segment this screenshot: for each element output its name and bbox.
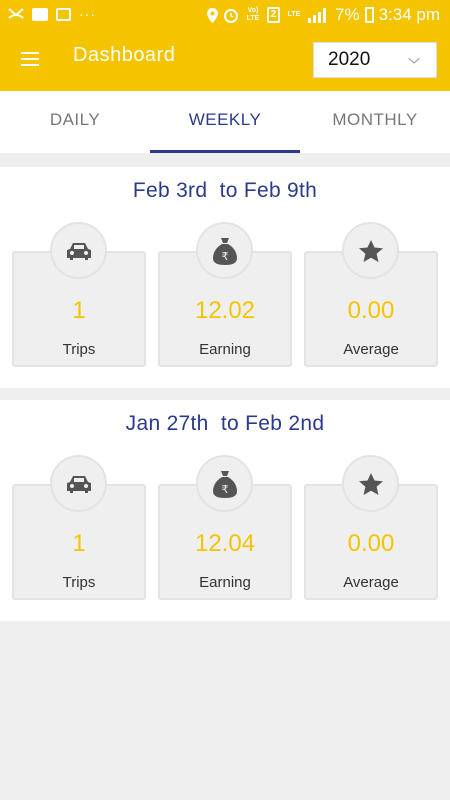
- year-dropdown[interactable]: 2020: [313, 42, 437, 78]
- week-range-title: Feb 3rd to Feb 9th: [132, 179, 318, 202]
- status-bar: ··· Vo) LTE 2 LTE 7% 3:34 pm: [0, 0, 450, 30]
- signal-icon: [307, 7, 330, 23]
- tab-weekly[interactable]: WEEKLY: [150, 91, 300, 153]
- car-icon: [50, 455, 107, 512]
- stat-value: 12.04: [194, 530, 256, 557]
- page-title: Dashboard: [73, 44, 176, 66]
- missed-call-icon: [8, 8, 24, 19]
- money-bag-icon: ₹: [196, 455, 253, 512]
- alarm-icon: [223, 9, 238, 23]
- location-icon: [206, 7, 218, 23]
- stat-value: 0.00: [347, 530, 395, 557]
- menu-icon[interactable]: [21, 51, 39, 67]
- svg-text:₹: ₹: [221, 250, 228, 263]
- stat-label: Earning: [199, 341, 251, 358]
- period-tabs: DAILY WEEKLY MONTHLY: [0, 91, 450, 153]
- tab-daily[interactable]: DAILY: [0, 91, 150, 153]
- chevron-down-icon: [408, 57, 420, 64]
- volte-indicator: Vo) LTE: [246, 7, 260, 22]
- week-card: Feb 3rd to Feb 9th 1 Trips 12.02 Earning…: [0, 167, 450, 388]
- more-notifications-icon: ···: [79, 6, 96, 22]
- image-icon: [56, 7, 71, 21]
- stat-label: Earning: [199, 574, 251, 591]
- active-tab-indicator: [150, 150, 300, 153]
- week-card: Jan 27th to Feb 2nd 1 Trips 12.04 Earnin…: [0, 400, 450, 621]
- battery-icon: [364, 7, 374, 23]
- stat-label: Average: [343, 341, 399, 358]
- car-icon: [50, 222, 107, 279]
- sim-indicator: 2: [266, 7, 280, 23]
- star-icon: [342, 222, 399, 279]
- message-icon: [32, 7, 48, 21]
- stat-value: 1: [72, 297, 86, 324]
- year-value: 2020: [328, 49, 371, 70]
- stat-value: 0.00: [347, 297, 395, 324]
- clock: 3:34 pm: [378, 5, 440, 24]
- week-range-title: Jan 27th to Feb 2nd: [125, 412, 325, 435]
- stat-label: Trips: [62, 574, 96, 591]
- money-bag-icon: ₹: [196, 222, 253, 279]
- stat-label: Trips: [62, 341, 96, 358]
- stat-value: 1: [72, 530, 86, 557]
- svg-text:₹: ₹: [221, 483, 228, 496]
- star-icon: [342, 455, 399, 512]
- stat-label: Average: [343, 574, 399, 591]
- lte-indicator: LTE: [287, 11, 301, 18]
- battery-percent: 7%: [334, 5, 360, 24]
- stat-value: 12.02: [194, 297, 256, 324]
- tab-monthly[interactable]: MONTHLY: [300, 91, 450, 153]
